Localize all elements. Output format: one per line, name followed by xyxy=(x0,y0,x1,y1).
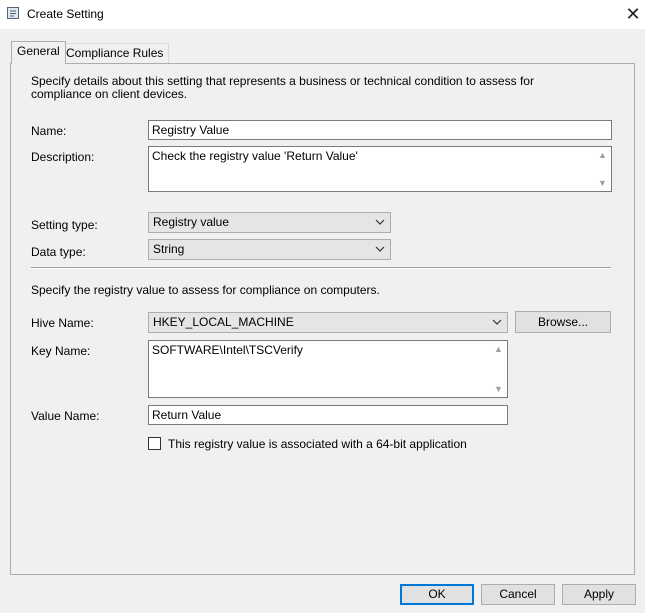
setting-type-label: Setting type: xyxy=(31,218,98,232)
chevron-down-icon xyxy=(491,316,503,328)
hive-name-select[interactable]: HKEY_LOCAL_MACHINE xyxy=(148,312,508,333)
setting-type-value: Registry value xyxy=(153,215,230,229)
scroll-down-icon[interactable]: ▼ xyxy=(491,382,506,396)
description-text: Check the registry value 'Return Value' xyxy=(152,149,358,163)
hive-name-value: HKEY_LOCAL_MACHINE xyxy=(153,315,294,329)
data-type-label: Data type: xyxy=(31,245,86,259)
tab-compliance-rules[interactable]: Compliance Rules xyxy=(60,43,170,63)
scroll-down-icon[interactable]: ▼ xyxy=(595,176,610,190)
key-name-field[interactable]: SOFTWARE\Intel\TSCVerify ▲ ▼ xyxy=(148,340,508,398)
close-icon[interactable]: ✕ xyxy=(623,3,643,25)
setting-type-select[interactable]: Registry value xyxy=(148,212,391,233)
general-intro-text: Specify details about this setting that … xyxy=(31,74,534,101)
description-scrollbar[interactable]: ▲ ▼ xyxy=(595,148,610,190)
section-divider xyxy=(31,267,611,269)
value-name-field[interactable]: Return Value xyxy=(148,405,508,425)
browse-button[interactable]: Browse... xyxy=(515,311,611,333)
cancel-button[interactable]: Cancel xyxy=(481,584,555,605)
hive-name-label: Hive Name: xyxy=(31,316,94,330)
key-name-text: SOFTWARE\Intel\TSCVerify xyxy=(152,343,303,357)
settings-window-icon xyxy=(6,6,20,20)
value-name-label: Value Name: xyxy=(31,409,100,423)
key-name-label: Key Name: xyxy=(31,344,91,358)
scroll-up-icon[interactable]: ▲ xyxy=(595,148,610,162)
description-label: Description: xyxy=(31,150,95,164)
name-field[interactable]: Registry Value xyxy=(148,120,612,140)
is-64bit-checkbox[interactable] xyxy=(148,437,161,450)
is-64bit-label[interactable]: This registry value is associated with a… xyxy=(168,437,467,451)
chevron-down-icon xyxy=(374,216,386,228)
title-bar: Create Setting ✕ xyxy=(0,0,645,29)
data-type-select[interactable]: String xyxy=(148,239,391,260)
apply-button[interactable]: Apply xyxy=(562,584,636,605)
registry-intro-text: Specify the registry value to assess for… xyxy=(31,283,380,297)
tab-general[interactable]: General xyxy=(11,41,66,64)
description-field[interactable]: Check the registry value 'Return Value' … xyxy=(148,146,612,192)
name-label: Name: xyxy=(31,124,67,138)
ok-button[interactable]: OK xyxy=(400,584,474,605)
scroll-up-icon[interactable]: ▲ xyxy=(491,342,506,356)
chevron-down-icon xyxy=(374,243,386,255)
data-type-value: String xyxy=(153,242,185,256)
window-title: Create Setting xyxy=(27,7,104,21)
key-name-scrollbar[interactable]: ▲ ▼ xyxy=(491,342,506,396)
